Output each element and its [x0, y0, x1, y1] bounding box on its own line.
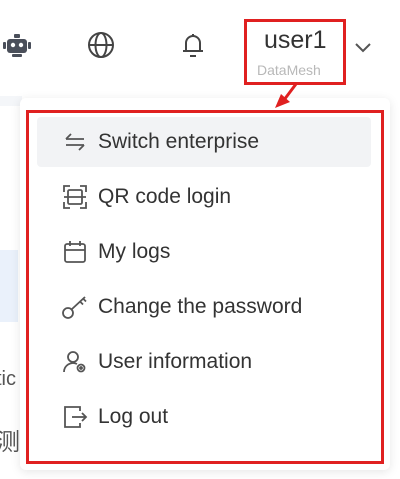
qr-scan-icon: [60, 182, 90, 212]
bell-icon[interactable]: [176, 28, 210, 62]
key-icon: [60, 292, 90, 322]
user-account-button[interactable]: user1 DataMesh: [244, 19, 346, 85]
menu-label: QR code login: [98, 185, 232, 208]
globe-icon[interactable]: [84, 28, 118, 62]
user-menu-dropdown: Switch enterprise QR code login My logs …: [26, 110, 384, 464]
user-settings-icon: [60, 347, 90, 377]
annotation-arrow-icon: [275, 83, 298, 108]
app-window: user1 DataMesh tic 测 Switch e: [0, 0, 400, 479]
background-panel: [0, 96, 22, 106]
background-panel: [0, 250, 18, 322]
menu-label: User information: [98, 350, 253, 373]
menu-label: Change the password: [98, 295, 303, 318]
menu-item-switch-enterprise[interactable]: Switch enterprise: [37, 117, 371, 167]
background-text: tic: [0, 368, 16, 390]
chevron-down-icon[interactable]: [352, 36, 374, 63]
menu-label: My logs: [98, 240, 171, 263]
background-text: 测: [0, 429, 20, 456]
logout-icon: [60, 402, 90, 432]
menu-item-user-information[interactable]: User information: [37, 337, 371, 387]
robot-icon[interactable]: [0, 28, 34, 62]
menu-item-log-out[interactable]: Log out: [37, 392, 371, 442]
top-header: user1 DataMesh: [0, 0, 400, 96]
menu-item-qr-code-login[interactable]: QR code login: [37, 172, 371, 222]
menu-label: Log out: [98, 405, 169, 428]
menu-item-change-password[interactable]: Change the password: [37, 282, 371, 332]
calendar-icon: [60, 237, 90, 267]
switch-icon: [60, 127, 90, 157]
menu-label: Switch enterprise: [98, 130, 260, 153]
user-organization: DataMesh: [257, 62, 321, 78]
user-name: user1: [264, 26, 327, 54]
menu-item-my-logs[interactable]: My logs: [37, 227, 371, 277]
